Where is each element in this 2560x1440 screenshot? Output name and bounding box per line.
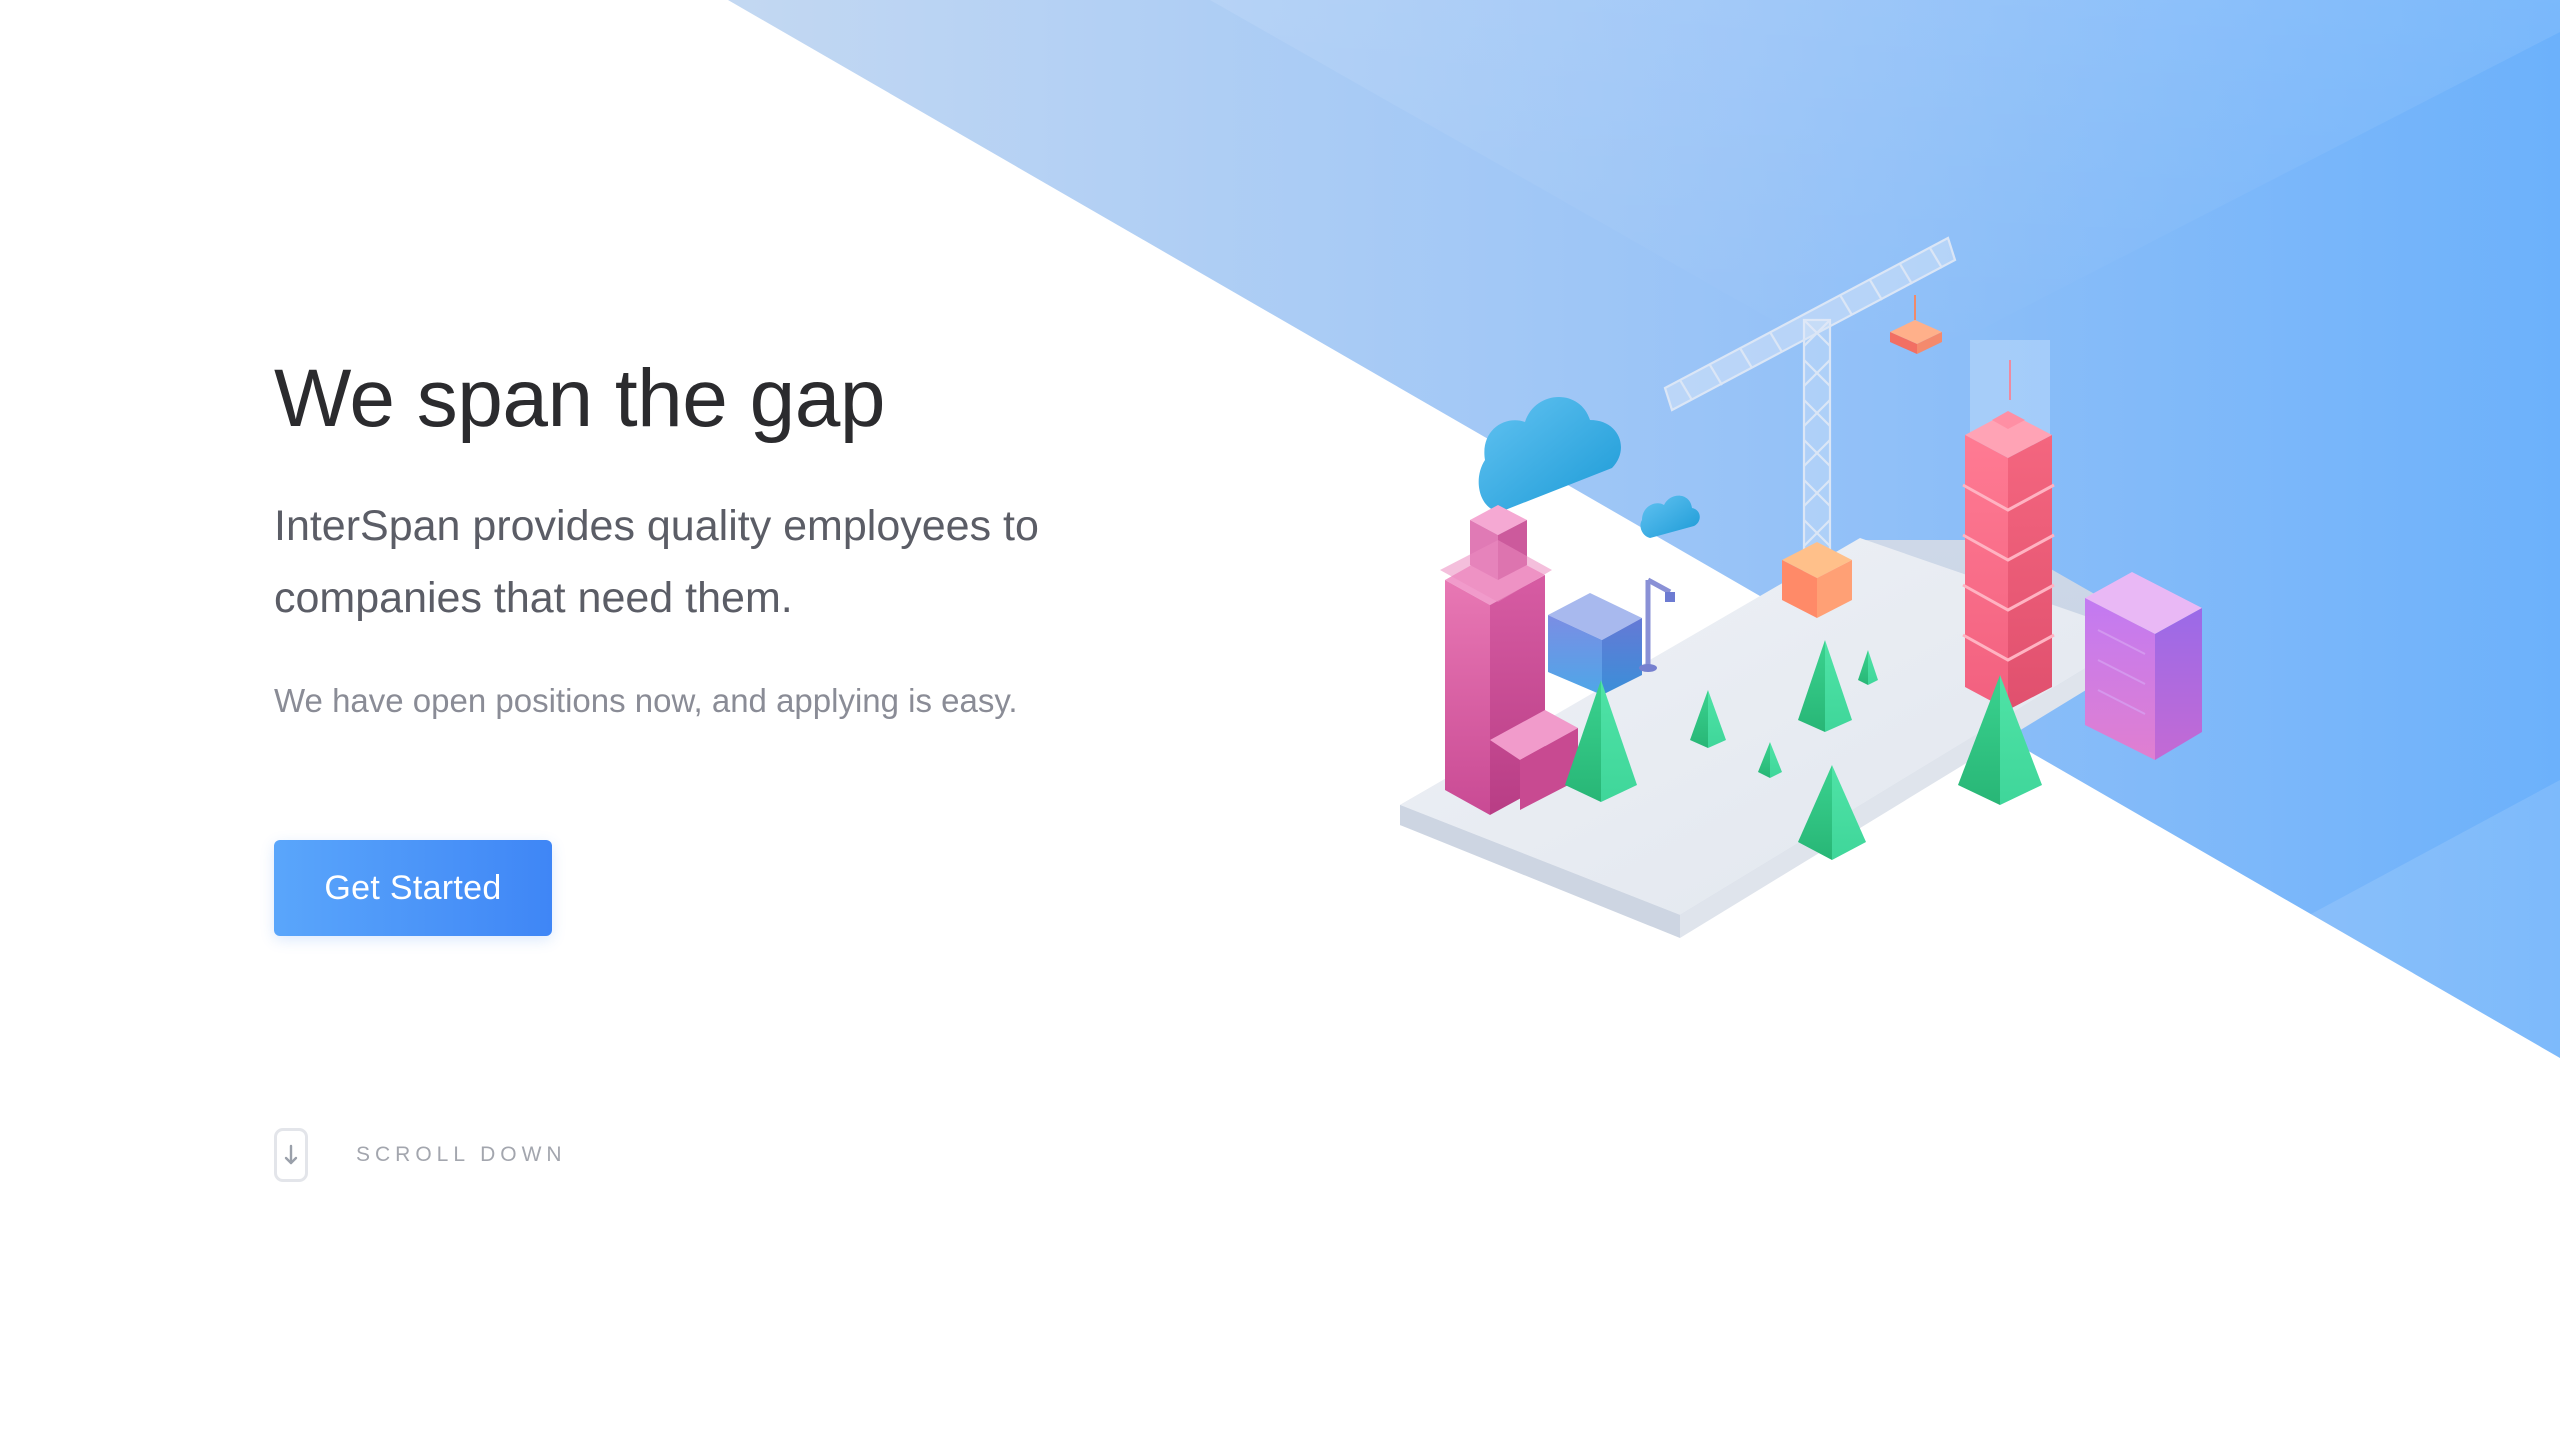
purple-building: [2085, 572, 2202, 760]
crane: [1663, 236, 1957, 572]
scroll-down-hint[interactable]: SCROLL DOWN: [274, 1126, 567, 1184]
crane-load: [1890, 295, 1942, 354]
arrow-down-icon: [274, 1128, 308, 1182]
hero-title: We span the gap: [274, 353, 885, 444]
isometric-city-illustration: [1400, 236, 2202, 938]
blue-block: [1548, 593, 1642, 695]
scroll-down-label: SCROLL DOWN: [356, 1143, 567, 1166]
get-started-button[interactable]: Get Started: [274, 840, 552, 936]
hero-lead: InterSpan provides quality employees to …: [274, 502, 1039, 623]
hero-copy: We span the gap InterSpan provides quali…: [274, 350, 1234, 723]
hero-subtext: We have open positions now, and applying…: [274, 682, 1018, 720]
red-skyscraper: [1962, 340, 2055, 710]
